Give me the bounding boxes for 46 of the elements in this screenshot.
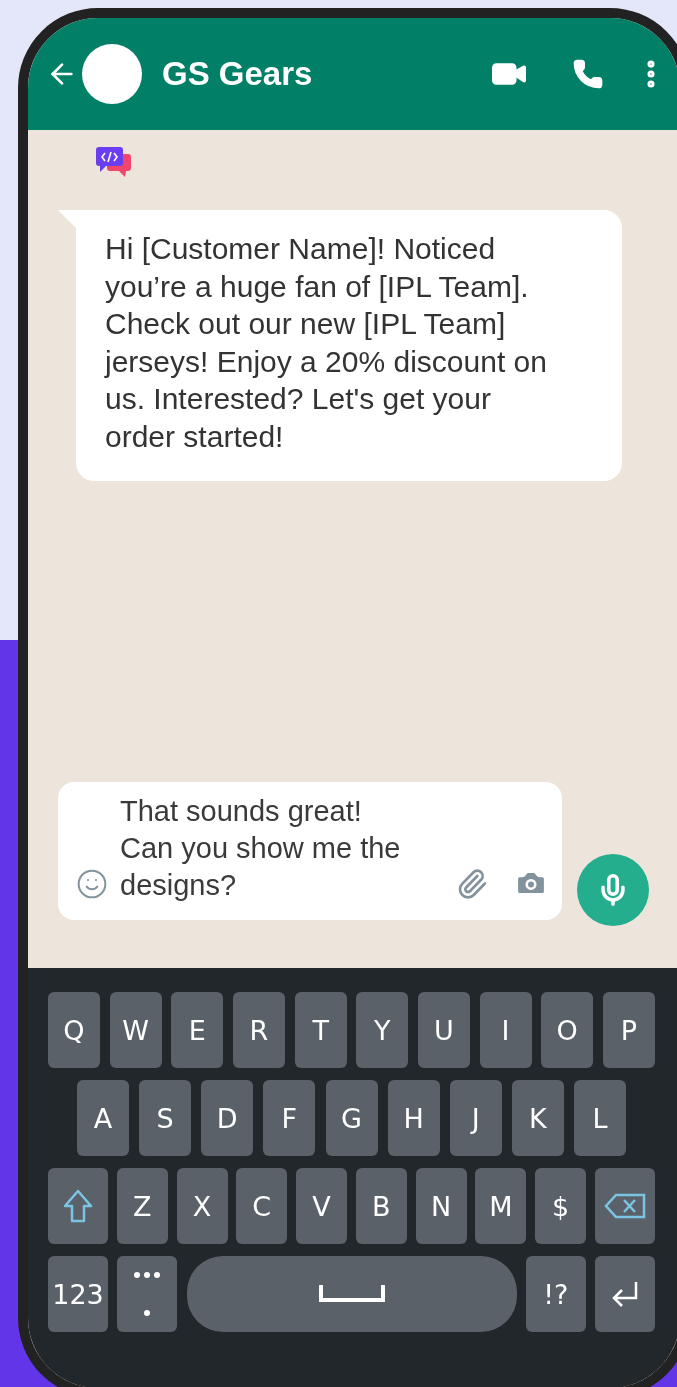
key[interactable]: Z — [116, 1168, 168, 1244]
key[interactable]: D — [201, 1080, 254, 1156]
key[interactable]: Q — [48, 992, 100, 1068]
key[interactable]: C — [236, 1168, 288, 1244]
key[interactable]: Y — [356, 992, 409, 1068]
key[interactable]: B — [355, 1168, 407, 1244]
enter-key[interactable] — [595, 1256, 655, 1332]
key[interactable]: O — [541, 992, 594, 1068]
contact-name: GS Gears — [162, 55, 314, 93]
key[interactable]: F — [263, 1080, 316, 1156]
key[interactable]: I — [479, 992, 532, 1068]
key[interactable]: J — [449, 1080, 502, 1156]
space-icon — [318, 1285, 385, 1303]
key[interactable]: R — [232, 992, 285, 1068]
key[interactable]: G — [325, 1080, 378, 1156]
avatar[interactable] — [82, 44, 142, 104]
key[interactable]: U — [417, 992, 470, 1068]
key[interactable]: 123 — [48, 1256, 108, 1332]
key[interactable]: S — [139, 1080, 192, 1156]
key[interactable]: L — [574, 1080, 626, 1156]
key[interactable]: H — [387, 1080, 440, 1156]
backspace-icon — [603, 1193, 646, 1219]
enter-icon — [611, 1280, 639, 1308]
key[interactable]: X — [176, 1168, 228, 1244]
key[interactable]: E — [171, 992, 224, 1068]
key[interactable]: T — [294, 992, 347, 1068]
dots-icon — [132, 1271, 163, 1317]
paperclip-icon[interactable] — [456, 868, 488, 900]
key[interactable]: K — [511, 1080, 564, 1156]
phone-icon[interactable] — [572, 58, 604, 90]
key[interactable]: N — [415, 1168, 467, 1244]
shift-icon — [63, 1189, 93, 1223]
key[interactable]: $ — [535, 1168, 587, 1244]
bubble-tail — [58, 210, 78, 230]
key[interactable]: W — [109, 992, 162, 1068]
key[interactable]: V — [296, 1168, 348, 1244]
smiley-icon[interactable] — [76, 868, 108, 900]
shift-key[interactable] — [48, 1168, 108, 1244]
chat-code-icon — [96, 146, 132, 178]
key[interactable]: M — [475, 1168, 527, 1244]
key[interactable]: A — [77, 1080, 129, 1156]
key[interactable]: !? — [525, 1256, 586, 1332]
backspace-key[interactable] — [594, 1168, 655, 1244]
dots-key[interactable] — [117, 1256, 178, 1332]
key[interactable]: P — [602, 992, 655, 1068]
message-field[interactable]: That sounds great! Can you show me the designs? — [58, 782, 562, 920]
